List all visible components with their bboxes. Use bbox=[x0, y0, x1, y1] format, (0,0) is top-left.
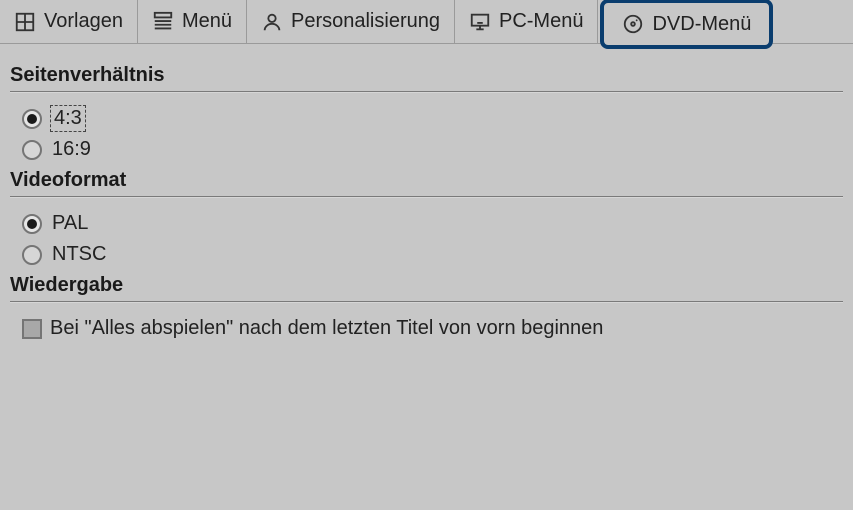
content-panel: Seitenverhältnis 4:3 16:9 Videoformat PA… bbox=[0, 44, 853, 360]
monitor-icon bbox=[469, 11, 491, 33]
menu-list-icon bbox=[152, 11, 174, 33]
section-title-videoformat: Videoformat bbox=[10, 169, 843, 192]
tab-dvdmenu[interactable]: DVD-Menü bbox=[600, 0, 773, 49]
radio-indicator bbox=[22, 140, 42, 160]
tab-personalisation[interactable]: Personalisierung bbox=[247, 0, 455, 43]
tab-templates[interactable]: Vorlagen bbox=[0, 0, 138, 43]
divider bbox=[10, 301, 843, 303]
tab-label: Personalisierung bbox=[291, 10, 440, 33]
tab-menu[interactable]: Menü bbox=[138, 0, 247, 43]
radio-aspect-43[interactable]: 4:3 bbox=[22, 107, 843, 130]
checkbox-indicator bbox=[22, 319, 42, 339]
radio-label: PAL bbox=[52, 212, 88, 235]
radio-aspect-169[interactable]: 16:9 bbox=[22, 138, 843, 161]
radio-videoformat-pal[interactable]: PAL bbox=[22, 212, 843, 235]
tab-label: Vorlagen bbox=[44, 10, 123, 33]
disc-icon bbox=[622, 13, 644, 35]
checkbox-label: Bei "Alles abspielen" nach dem letzten T… bbox=[50, 317, 603, 340]
radio-label: 4:3 bbox=[52, 107, 84, 130]
radio-indicator bbox=[22, 109, 42, 129]
radio-videoformat-ntsc[interactable]: NTSC bbox=[22, 243, 843, 266]
tab-label: DVD-Menü bbox=[652, 13, 751, 36]
tabbar: Vorlagen Menü Personalisierung PC-Menü D… bbox=[0, 0, 853, 44]
grid-icon bbox=[14, 11, 36, 33]
checkbox-loop-playall[interactable]: Bei "Alles abspielen" nach dem letzten T… bbox=[22, 317, 843, 340]
section-title-playback: Wiedergabe bbox=[10, 274, 843, 297]
tab-pcmenu[interactable]: PC-Menü bbox=[455, 0, 598, 43]
radio-indicator bbox=[22, 214, 42, 234]
tab-label: PC-Menü bbox=[499, 10, 583, 33]
divider bbox=[10, 196, 843, 198]
person-icon bbox=[261, 11, 283, 33]
section-title-aspect: Seitenverhältnis bbox=[10, 64, 843, 87]
radio-label: NTSC bbox=[52, 243, 106, 266]
tab-label: Menü bbox=[182, 10, 232, 33]
radio-label: 16:9 bbox=[52, 138, 91, 161]
radio-indicator bbox=[22, 245, 42, 265]
divider bbox=[10, 91, 843, 93]
